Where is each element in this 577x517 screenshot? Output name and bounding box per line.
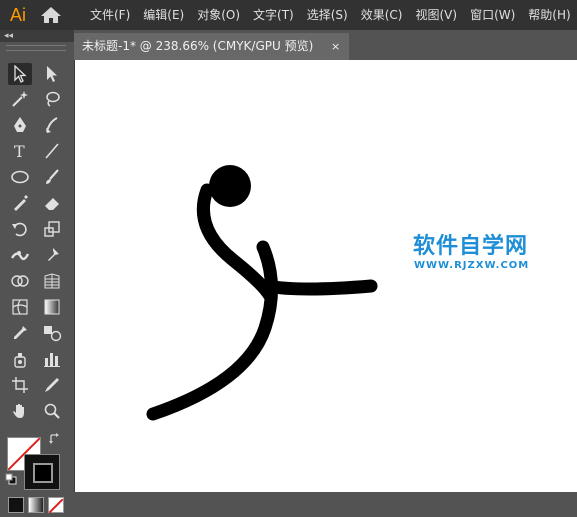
symbol-sprayer-tool-icon[interactable]	[8, 348, 32, 370]
artboard-canvas[interactable]: 软件自学网 WWW.RJZXW.COM	[75, 60, 577, 492]
eyedropper-tool-icon[interactable]	[8, 322, 32, 344]
svg-text:T: T	[14, 142, 25, 160]
ellipse-tool-icon[interactable]	[8, 166, 32, 188]
menu-view[interactable]: 视图(V)	[415, 0, 457, 30]
document-tab[interactable]: 未标题-1* @ 238.66% (CMYK/GPU 预览) ×	[74, 33, 349, 60]
document-tab-title: 未标题-1* @ 238.66% (CMYK/GPU 预览)	[82, 39, 314, 53]
menu-bar: Ai 文件(F) 编辑(E) 对象(O) 文字(T) 选择(S) 效果(C) 视…	[0, 0, 577, 30]
paintbrush-tool-icon[interactable]	[40, 166, 64, 188]
puppet-warp-tool-icon[interactable]	[40, 244, 64, 266]
rotate-tool-icon[interactable]	[8, 218, 32, 240]
collapse-panel-icon[interactable]: ◂◂	[4, 30, 13, 42]
mesh-tool-icon[interactable]	[8, 296, 32, 318]
panel-header: ◂◂	[0, 30, 74, 42]
panel-grip[interactable]	[6, 45, 66, 51]
head-circle	[209, 165, 251, 207]
column-graph-tool-icon[interactable]	[40, 348, 64, 370]
line-segment-tool-icon[interactable]	[40, 140, 64, 162]
watermark-url: WWW.RJZXW.COM	[414, 260, 530, 271]
close-icon[interactable]: ×	[331, 33, 340, 60]
artboard-tool-icon[interactable]	[8, 374, 32, 396]
artwork	[146, 165, 378, 421]
menu-type[interactable]: 文字(T)	[253, 0, 294, 30]
menu-file[interactable]: 文件(F)	[90, 0, 130, 30]
none-mode-button[interactable]	[48, 497, 64, 514]
tools-panel: ◂◂ T	[0, 30, 75, 514]
gradient-tool-icon[interactable]	[40, 296, 64, 318]
menu-select[interactable]: 选择(S)	[307, 0, 348, 30]
document-tab-bar: 未标题-1* @ 238.66% (CMYK/GPU 预览) ×	[74, 30, 577, 60]
stroke-swatch-inner	[33, 463, 53, 483]
app-logo: Ai	[9, 5, 26, 25]
horizontal-stroke-path	[260, 279, 378, 296]
zoom-tool-icon[interactable]	[40, 400, 64, 422]
lasso-tool-icon[interactable]	[40, 88, 64, 110]
menu-window[interactable]: 窗口(W)	[470, 0, 515, 30]
menu-effect[interactable]: 效果(C)	[361, 0, 403, 30]
gradient-mode-button[interactable]	[28, 497, 44, 513]
default-fill-stroke-icon[interactable]	[4, 472, 18, 486]
blend-tool-icon[interactable]	[40, 322, 64, 344]
width-tool-icon[interactable]	[8, 244, 32, 266]
perspective-grid-tool-icon[interactable]	[40, 270, 64, 292]
slice-tool-icon[interactable]	[40, 374, 64, 396]
pen-tool-icon[interactable]	[8, 114, 32, 136]
home-icon[interactable]	[40, 6, 62, 24]
shaper-tool-icon[interactable]	[8, 192, 32, 214]
menu-help[interactable]: 帮助(H)	[528, 0, 570, 30]
menu-edit[interactable]: 编辑(E)	[143, 0, 184, 30]
type-tool-icon[interactable]: T	[8, 140, 32, 162]
shape-builder-tool-icon[interactable]	[8, 270, 32, 292]
selection-tool-icon[interactable]	[8, 63, 32, 85]
swap-fill-stroke-icon[interactable]	[46, 430, 64, 448]
main-menu: 文件(F) 编辑(E) 对象(O) 文字(T) 选择(S) 效果(C) 视图(V…	[90, 0, 577, 30]
hand-tool-icon[interactable]	[8, 400, 32, 422]
scale-tool-icon[interactable]	[40, 218, 64, 240]
stroke-swatch[interactable]	[24, 454, 60, 490]
menu-object[interactable]: 对象(O)	[197, 0, 240, 30]
curvature-tool-icon[interactable]	[40, 114, 64, 136]
watermark-title: 软件自学网	[413, 234, 529, 259]
magic-wand-tool-icon[interactable]	[8, 88, 32, 110]
color-mode-button[interactable]	[8, 497, 24, 513]
direct-selection-tool-icon[interactable]	[40, 63, 64, 85]
eraser-tool-icon[interactable]	[40, 192, 64, 214]
